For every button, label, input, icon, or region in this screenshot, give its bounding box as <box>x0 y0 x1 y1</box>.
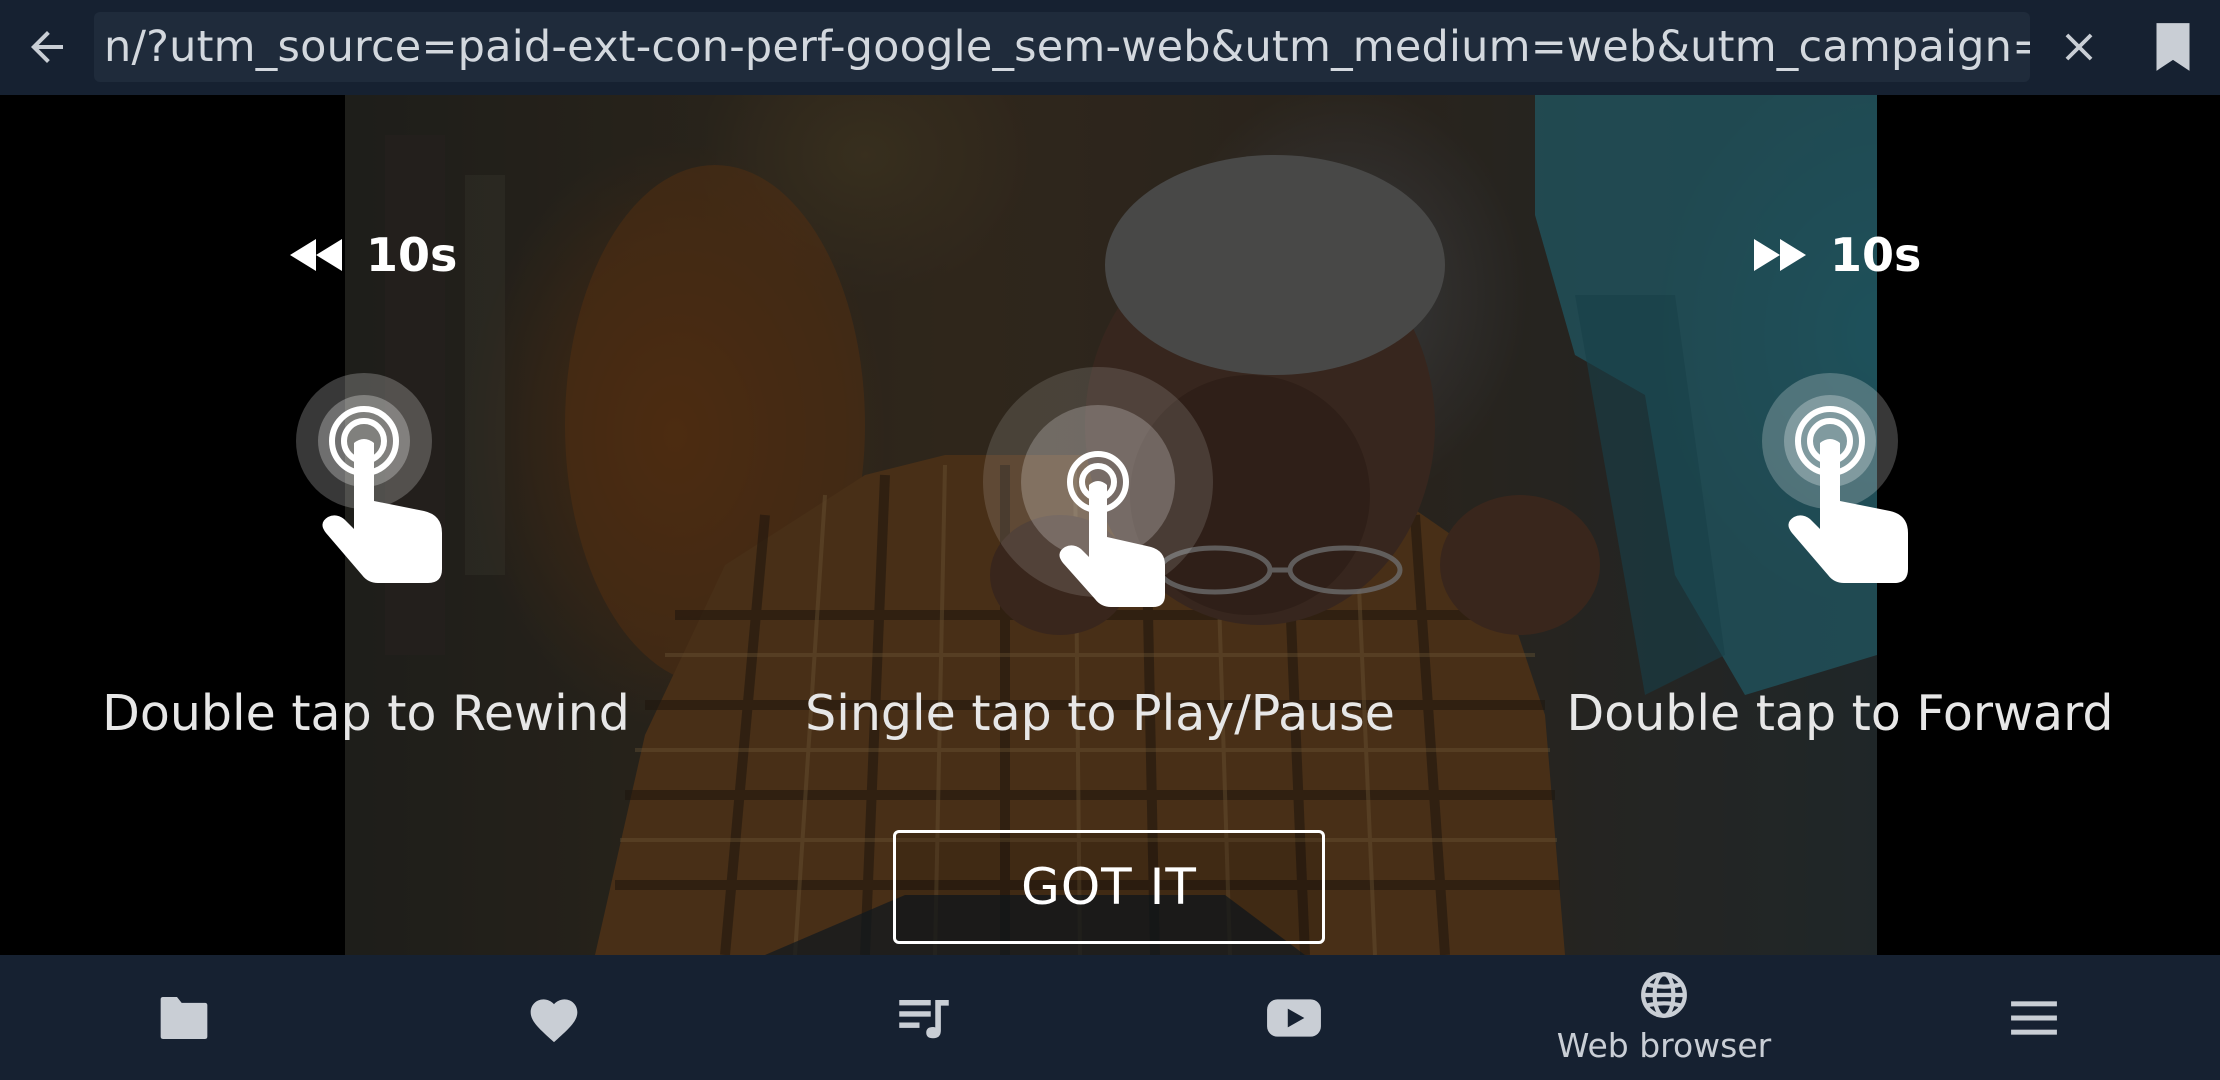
tap-hand-icon <box>318 395 442 583</box>
nav-item-label: Web browser <box>1556 1026 1772 1065</box>
got-it-button[interactable]: GOT IT <box>893 830 1325 944</box>
single-tap-center-gesture <box>983 367 1213 617</box>
forward-indicator: 10s <box>1752 228 1921 282</box>
playlist-icon <box>899 999 949 1038</box>
back-button[interactable] <box>14 14 80 80</box>
forward-hint-label: Double tap to Forward <box>1566 685 2114 742</box>
double-tap-left-gesture <box>296 373 446 593</box>
tap-hand-icon <box>1784 395 1908 583</box>
nav-item-menu[interactable] <box>1934 955 2134 1080</box>
arrow-left-icon <box>31 31 63 63</box>
bookmark-button[interactable] <box>2140 14 2206 80</box>
close-icon <box>2065 33 2093 61</box>
rewind-icon <box>290 239 342 271</box>
bookmark-icon <box>2156 23 2190 71</box>
url-text: n/?utm_source=paid-ext-con-perf-google_s… <box>104 22 2030 72</box>
double-tap-right-gesture <box>1762 373 1912 593</box>
rewind-indicator: 10s <box>288 228 457 282</box>
address-bar: n/?utm_source=paid-ext-con-perf-google_s… <box>0 0 2220 95</box>
nav-item-web-browser[interactable]: Web browser <box>1557 955 1771 1080</box>
heart-icon <box>530 998 578 1042</box>
nav-item-folders[interactable] <box>84 955 284 1080</box>
url-field[interactable]: n/?utm_source=paid-ext-con-perf-google_s… <box>94 12 2030 82</box>
bottom-navigation: Web browser <box>0 955 2220 1080</box>
fast-forward-icon <box>1754 239 1806 271</box>
play-pause-hint-label: Single tap to Play/Pause <box>805 685 1395 742</box>
rewind-hint-label: Double tap to Rewind <box>102 685 630 742</box>
globe-icon <box>1641 972 1687 1018</box>
menu-icon <box>2011 1000 2057 1035</box>
nav-item-favorites[interactable] <box>454 955 654 1080</box>
youtube-icon <box>1267 998 1321 1037</box>
nav-item-youtube[interactable] <box>1194 955 1394 1080</box>
close-button[interactable] <box>2046 14 2112 80</box>
rewind-seconds: 10s <box>366 228 458 282</box>
forward-seconds: 10s <box>1830 228 1922 282</box>
tap-hand-icon <box>1059 451 1165 607</box>
nav-item-playlists[interactable] <box>824 955 1024 1080</box>
video-player[interactable]: 10s 10s Double tap to Rewind Single tap … <box>0 95 2220 955</box>
folder-icon <box>160 996 208 1039</box>
